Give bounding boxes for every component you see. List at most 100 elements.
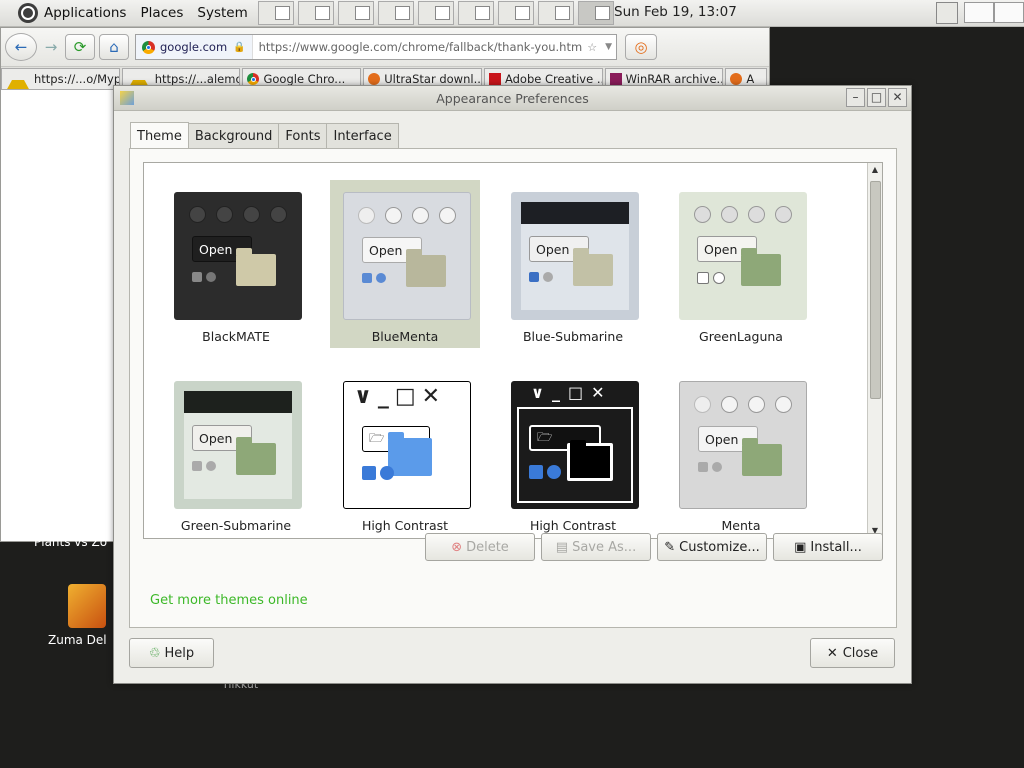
tab-title: Adobe Creative ...: [504, 72, 603, 86]
tab-title: https://...alemoon: [154, 72, 240, 86]
top-panel: Applications Places System Sun Feb 19, 1…: [0, 0, 1024, 27]
taskbar-button-8[interactable]: [537, 1, 574, 25]
tab-fonts[interactable]: Fonts: [278, 123, 328, 148]
close-window-button[interactable]: ✕: [888, 88, 907, 107]
notebook-tabs: Theme Background Fonts Interface: [130, 122, 399, 149]
theme-preview: ∨_□✕ 🗁: [343, 381, 471, 509]
appearance-preferences-dialog: Appearance Preferences – □ ✕ Theme Backg…: [113, 85, 912, 684]
home-button[interactable]: ⌂: [99, 34, 129, 60]
taskbar-button-4[interactable]: [377, 1, 414, 25]
taskbar-button-5[interactable]: [417, 1, 454, 25]
site-identity[interactable]: google.com 🔒: [136, 35, 253, 59]
maximize-button[interactable]: □: [867, 88, 886, 107]
theme-name: BlackMATE: [202, 329, 270, 344]
menu-applications[interactable]: Applications: [44, 5, 126, 21]
scrollbar-thumb[interactable]: [870, 181, 881, 399]
mate-logo-icon[interactable]: [18, 3, 38, 23]
taskbar-button-6[interactable]: [457, 1, 494, 25]
close-button[interactable]: ✕ Close: [810, 638, 895, 668]
button-label: Delete: [466, 539, 509, 555]
search-engine-icon: ◎: [634, 38, 648, 56]
folder-icon: [236, 437, 276, 475]
theme-item-green-submarine[interactable]: Open Green-Submarine: [161, 369, 311, 537]
tab-title: https://...o/Mypal/: [34, 72, 120, 86]
theme-item-greenlaguna[interactable]: Open GreenLaguna: [666, 180, 816, 348]
taskbar-button-3[interactable]: [337, 1, 374, 25]
scroll-up-icon[interactable]: ▲: [868, 163, 882, 177]
customize-icon: ✎: [664, 539, 676, 555]
taskbar-button-1[interactable]: [257, 1, 294, 25]
theme-preview: ∨_□✕ 🗁: [511, 381, 639, 509]
clock[interactable]: Sun Feb 19, 13:07: [614, 4, 737, 20]
button-label: Close: [842, 645, 879, 661]
folder-icon: [573, 248, 613, 286]
tab-title: Google Chro...: [263, 72, 346, 86]
minimize-button[interactable]: –: [846, 88, 865, 107]
tab-title: A: [746, 72, 755, 86]
browser-favicon-icon: [368, 73, 381, 85]
reload-button[interactable]: ⟳: [65, 34, 95, 60]
theme-item-blackmate[interactable]: Open BlackMATE: [161, 180, 311, 348]
tab-interface[interactable]: Interface: [326, 123, 399, 148]
folder-icon: [741, 248, 781, 286]
url-text[interactable]: https://www.google.com/chrome/fallback/t…: [253, 40, 584, 54]
get-more-themes-link[interactable]: Get more themes online: [150, 593, 308, 608]
browser-toolbar: ← → ⟳ ⌂ google.com 🔒 https://www.google.…: [1, 28, 769, 67]
theme-preview: Open: [679, 192, 807, 320]
theme-list[interactable]: Open BlackMATE Open BlueMenta Open Blue-…: [143, 162, 883, 539]
save-as-button[interactable]: ▤ Save As...: [541, 533, 651, 561]
theme-name: GreenLaguna: [699, 329, 783, 344]
taskbar-button-appearance[interactable]: [577, 1, 614, 25]
preview-window-controls: ∨_□✕: [354, 384, 447, 409]
menu-system[interactable]: System: [197, 5, 247, 21]
theme-preview: Open: [174, 381, 302, 509]
forward-button[interactable]: →: [41, 35, 61, 59]
theme-item-high-contrast[interactable]: ∨_□✕ 🗁 High Contrast: [330, 369, 480, 537]
theme-name: BlueMenta: [371, 329, 439, 344]
help-icon: ♲: [148, 645, 161, 661]
browser-favicon-icon: [730, 73, 743, 85]
customize-button[interactable]: ✎ Customize...: [657, 533, 767, 561]
browser-tab[interactable]: https://...o/Mypal/: [1, 68, 120, 90]
close-icon: ✕: [826, 645, 838, 661]
delete-button[interactable]: ⊗ Delete: [425, 533, 535, 561]
search-engine-button[interactable]: ◎: [625, 34, 657, 60]
theme-name: High Contrast: [361, 518, 449, 533]
theme-name: Blue-Submarine: [522, 329, 624, 344]
chrome-favicon-icon: [247, 73, 260, 85]
zuma-deluxe-icon[interactable]: [68, 584, 106, 628]
arrow-left-icon: ←: [14, 38, 28, 56]
help-button[interactable]: ♲ Help: [129, 638, 214, 668]
menu-places[interactable]: Places: [140, 5, 183, 21]
theme-item-bluementa[interactable]: Open BlueMenta: [330, 180, 480, 348]
tab-background[interactable]: Background: [187, 123, 280, 148]
tab-theme[interactable]: Theme: [130, 122, 189, 149]
taskbar: [257, 1, 618, 25]
taskbar-button-2[interactable]: [297, 1, 334, 25]
theme-name: Menta: [721, 518, 761, 533]
maximize-icon: □: [870, 90, 883, 104]
show-desktop-button[interactable]: [936, 2, 958, 24]
tab-title: WinRAR archive...: [625, 72, 724, 86]
minimize-icon: –: [852, 90, 859, 104]
reload-icon: ⟳: [73, 38, 87, 56]
chrome-favicon-icon: [142, 40, 155, 54]
desktop-icon-label[interactable]: Plants vs Zo: [34, 535, 107, 549]
dropdown-arrow-icon[interactable]: ▼: [601, 42, 616, 52]
close-icon: ✕: [892, 90, 903, 104]
home-icon: ⌂: [109, 38, 119, 56]
theme-preview: Open: [679, 381, 807, 509]
taskbar-button-7[interactable]: [497, 1, 534, 25]
bookmark-star-icon[interactable]: ☆: [583, 41, 601, 54]
workspace-switcher[interactable]: [964, 2, 1024, 23]
back-button[interactable]: ←: [5, 33, 37, 61]
theme-item-blue-submarine[interactable]: Open Blue-Submarine: [498, 180, 648, 348]
desktop-icon-label[interactable]: Zuma Del: [48, 633, 107, 647]
adobe-favicon-icon: [488, 73, 501, 85]
theme-item-menta[interactable]: Open Menta: [666, 369, 816, 537]
theme-item-high-contrast-inverse[interactable]: ∨_□✕ 🗁 High Contrast: [498, 369, 648, 537]
theme-list-scrollbar[interactable]: ▲ ▼: [867, 163, 882, 538]
install-button[interactable]: ▣ Install...: [773, 533, 883, 561]
address-bar[interactable]: google.com 🔒 https://www.google.com/chro…: [135, 34, 617, 60]
dialog-titlebar[interactable]: Appearance Preferences – □ ✕: [114, 86, 911, 111]
